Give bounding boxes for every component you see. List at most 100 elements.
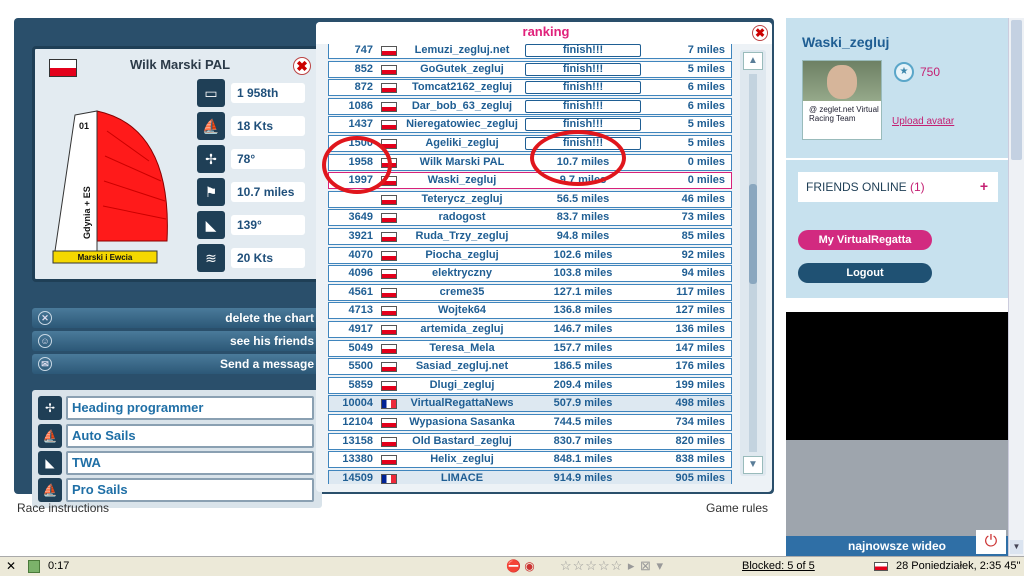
rating-stars-icon[interactable]: ☆☆☆☆☆ ▸ ⊠ ▾ — [560, 558, 664, 574]
rank-player-name[interactable]: Sasiad_zegluj.net — [397, 359, 527, 374]
ranking-row[interactable]: 4917 artemida_zegluj 146.7 miles 136 miles — [328, 321, 732, 338]
ranking-row[interactable]: 5859 Dlugi_zegluj 209.4 miles 199 miles — [328, 376, 732, 394]
rank-distance: 830.7 miles — [553, 434, 613, 447]
rank-player-name[interactable]: Dlugi_zegluj — [397, 378, 527, 393]
rank-position: 13380 — [342, 453, 373, 466]
rank-gap: 136 miles — [675, 323, 725, 335]
rank-distance: 744.5 miles — [553, 416, 613, 428]
rank-gap: 5 miles — [687, 137, 725, 149]
ranking-row[interactable]: 13158 Old Bastard_zegluj 830.7 miles 820 mi… — [328, 432, 732, 450]
rank-player-name[interactable]: Dar_bob_63_zegluj — [397, 99, 527, 114]
expand-plus-icon[interactable]: + — [980, 178, 988, 194]
blocked-popups-link[interactable]: Blocked: 5 of 5 — [742, 560, 815, 572]
rank-distance: 127.1 miles — [553, 285, 613, 298]
rank-player-name[interactable]: Wojtek64 — [397, 303, 527, 318]
points-value: 750 — [920, 65, 941, 79]
rank-player-name[interactable]: VirtualRegattaNews — [397, 396, 527, 411]
scroll-down-arrow-icon[interactable]: ▼ — [1010, 540, 1023, 554]
rank-player-name[interactable]: LIMACE — [397, 471, 527, 484]
wind-icon: ≋ — [197, 244, 225, 272]
send-message-button[interactable]: ✉ Send a message — [32, 354, 322, 374]
rank-player-name[interactable]: radogost — [397, 210, 527, 225]
rank-player-name[interactable]: Ageliki_zegluj — [397, 136, 527, 151]
ranking-row[interactable]: 4713 Wojtek64 136.8 miles 127 miles — [328, 302, 732, 320]
close-icon[interactable]: ✖ — [293, 57, 311, 75]
upload-avatar-link[interactable]: Upload avatar — [892, 116, 954, 127]
rank-player-name[interactable]: Nieregatowiec_zegluj — [397, 117, 527, 132]
see-friends-button[interactable]: ☺ see his friends — [32, 331, 322, 351]
friends-online-bar[interactable]: FRIENDS ONLINE (1) + — [798, 172, 998, 202]
ranking-icon: ▭ — [197, 79, 225, 107]
ranking-row[interactable]: 10004 VirtualRegattaNews 507.9 miles 498 mi… — [328, 395, 732, 413]
ranking-row[interactable]: 747 Lemuzi_zegluj.net finish!!! 7 miles — [328, 44, 732, 59]
ranking-row[interactable]: 4096 elektryczny 103.8 miles 94 miles — [328, 265, 732, 283]
rank-player-name[interactable]: Helix_zegluj — [397, 452, 527, 467]
rank-player-name[interactable]: artemida_zegluj — [397, 322, 527, 337]
rank-player-name[interactable]: GoGutek_zegluj — [397, 62, 527, 77]
sail-number: 01 — [79, 121, 89, 131]
distance-icon: ⚑ — [197, 178, 225, 206]
power-icon[interactable]: ⏻ — [976, 530, 1006, 554]
promo-banner[interactable]: najnowsze wideo — [786, 536, 1008, 556]
rank-player-name[interactable]: Teresa_Mela — [397, 341, 527, 356]
poland-flag-icon — [381, 418, 397, 428]
poland-flag-icon — [49, 59, 77, 77]
rank-player-name[interactable]: Ruda_Trzy_zegluj — [397, 229, 527, 244]
rank-player-name[interactable]: Tomcat2162_zegluj — [397, 80, 527, 95]
ranking-row[interactable]: 12104 Wypasiona Sasanka 744.5 miles 734 mil… — [328, 414, 732, 431]
scroll-track[interactable] — [749, 74, 757, 452]
scroll-up-arrow-icon[interactable]: ▲ — [743, 52, 763, 70]
ranking-row[interactable]: 3921 Ruda_Trzy_zegluj 94.8 miles 85 miles — [328, 228, 732, 245]
close-icon[interactable]: ✖ — [752, 25, 768, 41]
ranking-row[interactable]: 852 GoGutek_zegluj finish!!! 5 miles — [328, 60, 732, 78]
rank-player-name[interactable]: Wilk Marski PAL — [397, 155, 527, 170]
rank-player-name[interactable]: Lemuzi_zegluj.net — [397, 44, 527, 58]
browser-scroll-thumb[interactable] — [1011, 20, 1022, 160]
ranking-row[interactable]: 5500 Sasiad_zegluj.net 186.5 miles 176 mile… — [328, 358, 732, 376]
race-instructions-link[interactable]: Race instructions — [17, 501, 109, 515]
rank-player-name[interactable]: Waski_zegluj — [397, 173, 527, 188]
ranking-row[interactable]: Teterycz_zegluj 56.5 miles 46 miles — [328, 190, 732, 208]
close-icon[interactable]: ✕ — [6, 559, 16, 573]
profile-panel: Waski_zegluj @ zeglet.net Virtual Racing… — [786, 18, 1008, 158]
ranking-row[interactable]: 14509 LIMACE 914.9 miles 905 miles — [328, 469, 732, 484]
logout-button[interactable]: Logout — [798, 263, 932, 283]
ranking-row[interactable]: 1086 Dar_bob_63_zegluj finish!!! 6 miles — [328, 97, 732, 115]
game-rules-link[interactable]: Game rules — [706, 501, 768, 515]
rank-player-name[interactable]: Wypasiona Sasanka — [397, 415, 527, 430]
ranking-row[interactable]: 1500 Ageliki_zegluj finish!!! 5 miles — [328, 135, 732, 152]
scroll-thumb[interactable] — [749, 184, 757, 284]
ranking-row[interactable]: 872 Tomcat2162_zegluj finish!!! 6 miles — [328, 79, 732, 97]
rank-gap: 820 miles — [675, 434, 725, 447]
video-player[interactable] — [786, 312, 1008, 440]
profile-username: Waski_zegluj — [802, 34, 890, 50]
twa-programmer-icon: ◣ — [38, 451, 62, 475]
browser-scrollbar[interactable]: ▼ — [1008, 18, 1024, 556]
stat-value: 10.7 miles — [231, 182, 305, 202]
rank-position: 747 — [354, 44, 373, 56]
rank-position: 10004 — [342, 397, 373, 410]
ranking-scrollbar[interactable]: ▲ ▼ — [740, 50, 766, 476]
ranking-row[interactable]: 1437 Nieregatowiec_zegluj finish!!! 5 miles — [328, 116, 732, 134]
page: Wilk Marski PAL ✖ 01 Gdynia + ES Marski … — [0, 0, 1024, 576]
rank-player-name[interactable]: Old Bastard_zegluj — [397, 434, 527, 449]
poland-flag-icon — [381, 362, 397, 373]
my-virtualregatta-button[interactable]: My VirtualRegatta — [798, 230, 932, 250]
delete-chart-button[interactable]: ✕ delete the chart — [32, 308, 322, 328]
ranking-row[interactable]: 13380 Helix_zegluj 848.1 miles 838 miles — [328, 451, 732, 469]
rank-player-name[interactable]: creme35 — [397, 285, 527, 300]
ranking-row[interactable]: 5049 Teresa_Mela 157.7 miles 147 miles — [328, 339, 732, 357]
twa-button[interactable]: TWA — [66, 451, 314, 475]
rank-player-name[interactable]: Piocha_zegluj — [397, 248, 527, 263]
ranking-row[interactable]: 4070 Piocha_zegluj 102.6 miles 92 miles — [328, 246, 732, 264]
heading-programmer-button[interactable]: Heading programmer — [66, 396, 314, 420]
rank-player-name[interactable]: Teterycz_zegluj — [397, 192, 527, 207]
pro-sails-button[interactable]: Pro Sails — [66, 478, 314, 502]
ranking-row[interactable]: 4561 creme35 127.1 miles 117 miles — [328, 283, 732, 301]
poland-flag-icon — [381, 436, 397, 447]
rank-player-name[interactable]: elektryczny — [397, 266, 527, 281]
scroll-down-arrow-icon[interactable]: ▼ — [743, 456, 763, 474]
ranking-row[interactable]: 3649 radogost 83.7 miles 73 miles — [328, 209, 732, 227]
auto-sails-button[interactable]: Auto Sails — [66, 424, 314, 448]
addon-icons[interactable]: ⛔ ◉ — [506, 559, 535, 573]
